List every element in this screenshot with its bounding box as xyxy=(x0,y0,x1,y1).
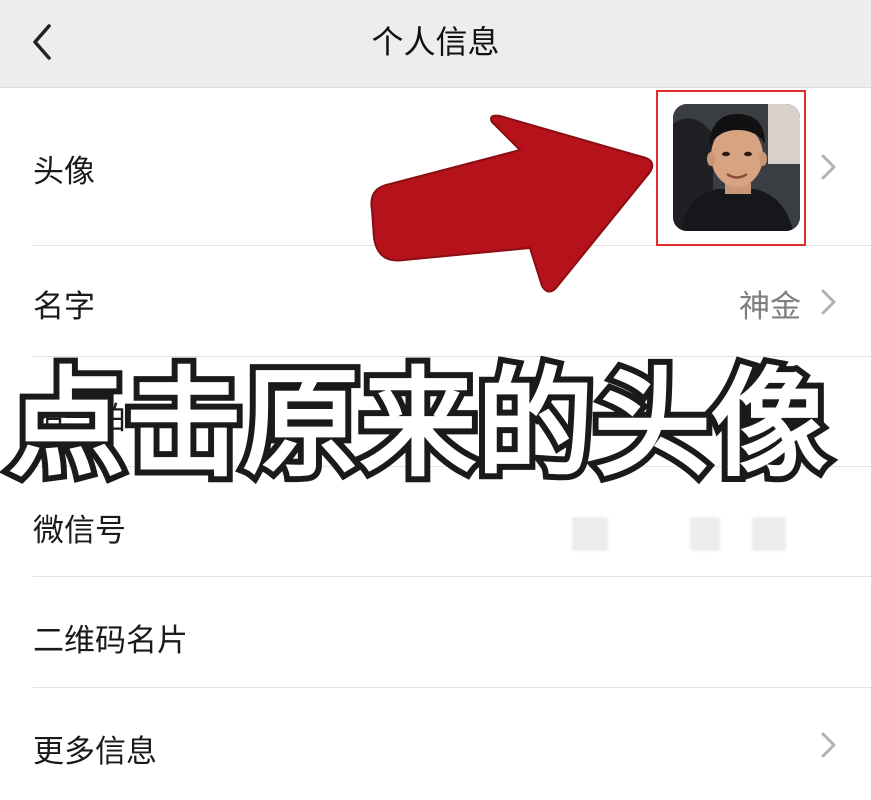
chevron-right-icon xyxy=(821,289,836,315)
name-label: 名字 xyxy=(33,289,95,325)
row-name[interactable]: 名字 神金 xyxy=(0,247,871,357)
row-wechat-id[interactable]: 微信号 xyxy=(0,467,871,577)
row-qr-card[interactable]: 二维码名片 xyxy=(0,577,871,688)
page-title: 个人信息 xyxy=(371,23,500,61)
name-value: 神金 xyxy=(739,289,801,325)
pat-label: 拍一拍 xyxy=(33,401,126,437)
avatar-highlight-box xyxy=(656,90,806,246)
more-info-label: 更多信息 xyxy=(33,734,157,770)
row-pat[interactable]: 拍一拍 xyxy=(0,357,871,467)
chevron-right-icon xyxy=(821,154,836,180)
wechat-id-label: 微信号 xyxy=(33,513,126,549)
avatar-label: 头像 xyxy=(33,154,95,190)
chevron-right-icon xyxy=(821,732,836,758)
row-more-info[interactable]: 更多信息 xyxy=(0,688,871,800)
nav-bar: 个人信息 xyxy=(0,0,871,88)
qr-label: 二维码名片 xyxy=(33,623,188,659)
